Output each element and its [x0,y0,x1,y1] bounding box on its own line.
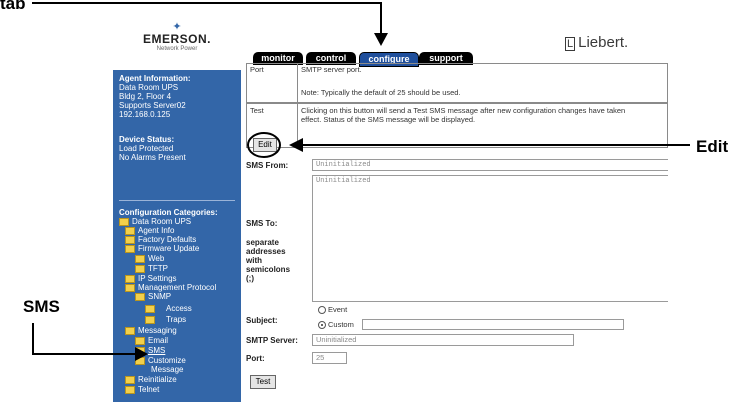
agent-info-heading: Agent Information: [119,74,191,83]
tree-item: Message [151,365,184,374]
liebert-logo-icon: L [565,37,576,51]
smtp-server-label: SMTP Server: [246,336,298,345]
subject-custom-input[interactable] [362,319,624,330]
edit-callout-label: Edit [696,137,729,156]
sms-to-label: SMS To: [246,219,278,228]
test-button[interactable]: Test [250,375,276,389]
help-text-port-note: Note: Typically the default of 25 should… [301,88,461,97]
folder-icon [135,346,145,355]
port-input[interactable]: 25 [312,352,347,364]
radio-selected-dot [321,324,323,326]
tree-item[interactable]: Management Protocol [125,283,216,292]
folder-icon [125,244,135,253]
tab-callout-label: tab [0,0,26,13]
sms-from-input[interactable]: Uninitialized [312,159,668,171]
folder-icon [135,254,145,263]
port-label: Port: [246,354,265,363]
folder-icon [125,226,135,235]
tree-item[interactable]: Telnet [125,385,159,394]
folder-icon [119,217,129,226]
tree-item[interactable]: Data Room UPS [119,217,191,226]
device-status-line: Load Protected [119,144,174,153]
tree-item[interactable]: Messaging [125,326,177,335]
help-text-port: SMTP server port. [301,65,362,74]
agent-line: Data Room UPS [119,83,179,92]
folder-icon [125,283,135,292]
help-label-test: Test [250,106,264,115]
folder-icon [135,336,145,345]
agent-line: Bldg 2, Floor 4 [119,92,172,101]
tree-item[interactable]: Web [135,254,164,263]
subject-custom-radio[interactable] [318,321,326,329]
tree-item[interactable]: Factory Defaults [125,235,196,244]
sidebar: ✦ EMERSON. Network Power Agent Informati… [113,18,241,402]
subject-event-label: Event [328,305,348,314]
tree-item[interactable]: Customize [135,356,186,365]
folder-icon [125,375,135,384]
screenshot-frame: ✦ EMERSON. Network Power Agent Informati… [113,18,668,402]
tree-item[interactable]: Agent Info [125,226,174,235]
sidebar-divider [119,200,235,201]
folder-icon [125,385,135,394]
device-status-heading: Device Status: [119,135,175,144]
folder-icon [135,292,145,301]
sidebar-panel: Agent Information: Data Room UPS Bldg 2,… [113,70,241,402]
agent-line: 192.168.0.125 [119,110,171,119]
emerson-logo-text: EMERSON. [142,32,211,46]
folder-icon [125,326,135,335]
help-label-port: Port [250,65,264,74]
sms-to-hint: with [246,256,262,265]
help-text-test-2: effect. Status of the SMS message will b… [301,115,476,124]
tree-item[interactable]: Email [135,336,168,345]
emerson-logo: ✦ EMERSON. Network Power [131,22,223,53]
liebert-logo: L Liebert. [565,34,629,51]
emerson-logo-subtitle: Network Power [156,46,198,52]
tree-item[interactable]: Firmware Update [125,244,199,253]
subject-event-radio[interactable] [318,306,326,314]
agent-line: Supports Server02 [119,101,186,110]
edit-button[interactable]: Edit [253,138,277,152]
folder-icon [135,264,145,273]
subject-label: Subject: [246,316,278,325]
sms-to-hint: semicolons [246,265,291,274]
tree-item[interactable]: TFTP [135,264,168,273]
tree-item[interactable]: SNMP [135,292,171,301]
sidebar-item-sms[interactable]: SMS [135,346,165,355]
sms-callout-label: SMS [23,297,60,316]
tree-item[interactable]: Traps [145,315,186,324]
folder-icon [145,304,155,313]
help-text-test: Clicking on this button will send a Test… [301,106,626,115]
folder-icon [145,315,155,324]
folder-icon [135,356,145,365]
tree-item[interactable]: Reinitialize [125,375,177,384]
config-categories-heading: Configuration Categories: [119,208,218,217]
sms-to-hint: (;) [246,274,254,283]
sms-to-hint: separate [246,238,279,247]
folder-icon [125,274,135,283]
sms-to-textarea[interactable]: Uninitialized [312,175,668,302]
smtp-server-input[interactable]: Uninitialized [312,334,574,346]
sms-from-label: SMS From: [246,161,289,170]
device-status-line: No Alarms Present [119,153,186,162]
tree-item[interactable]: Access [145,304,192,313]
folder-icon [125,235,135,244]
sms-to-hint: addresses [246,247,286,256]
tree-item[interactable]: IP Settings [125,274,177,283]
subject-custom-label: Custom [328,320,354,329]
